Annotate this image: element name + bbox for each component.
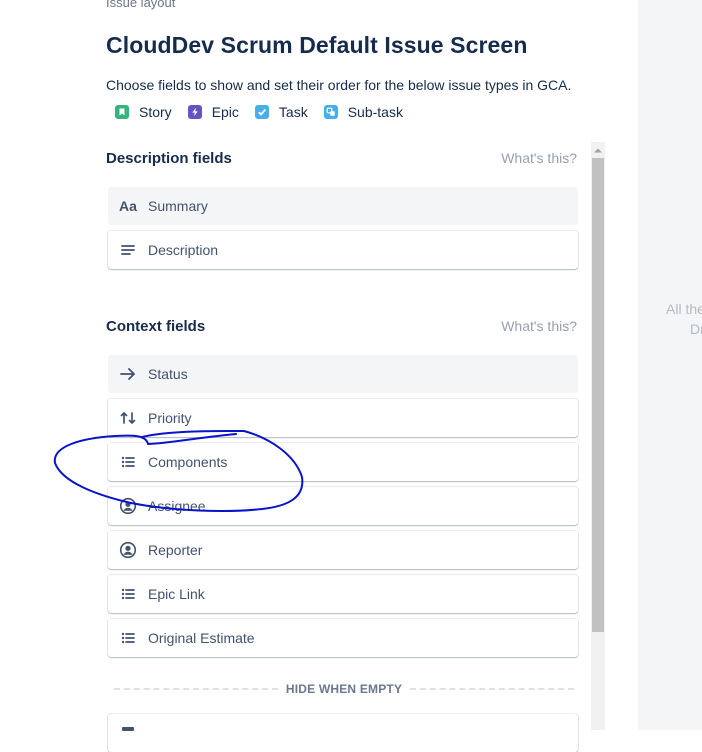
field-label: Description bbox=[148, 242, 219, 258]
issue-type-label: Epic bbox=[211, 104, 239, 120]
field-label: Components bbox=[148, 454, 228, 470]
list-icon bbox=[108, 585, 148, 603]
issue-type-list: Story Epic Task Sub-task bbox=[115, 104, 419, 120]
issue-type-task: Task bbox=[254, 104, 308, 120]
issue-type-subtask: Sub-task bbox=[323, 104, 403, 120]
right-panel-line: All the bbox=[666, 301, 702, 317]
field-epic-link[interactable]: Epic Link bbox=[108, 575, 578, 613]
hide-when-empty-divider: HIDE WHEN EMPTY bbox=[114, 682, 574, 696]
person-icon bbox=[108, 497, 148, 515]
issue-type-label: Task bbox=[278, 104, 308, 120]
issue-type-label: Story bbox=[139, 104, 172, 120]
field-hidden-partial[interactable] bbox=[108, 714, 578, 752]
field-assignee[interactable]: Assignee bbox=[108, 487, 578, 525]
field-icon bbox=[108, 724, 148, 742]
field-status: Status bbox=[108, 355, 578, 393]
divider-line bbox=[114, 688, 278, 690]
arrow-right-icon bbox=[108, 365, 148, 383]
field-label: Priority bbox=[148, 410, 192, 426]
align-left-icon bbox=[108, 241, 148, 259]
task-icon bbox=[254, 105, 269, 119]
description-fields-title: Description fields bbox=[106, 150, 232, 167]
story-icon bbox=[115, 105, 129, 119]
list-icon bbox=[108, 629, 148, 647]
field-reporter[interactable]: Reporter bbox=[108, 531, 578, 569]
field-summary: Aa Summary bbox=[108, 187, 578, 225]
scrollbar[interactable] bbox=[591, 142, 605, 730]
text-icon: Aa bbox=[119, 198, 137, 214]
issue-type-label: Sub-task bbox=[347, 104, 403, 120]
sort-icon bbox=[108, 409, 148, 427]
subtask-icon bbox=[323, 105, 338, 119]
list-icon bbox=[108, 453, 148, 471]
context-whats-this-link[interactable]: What's this? bbox=[501, 318, 577, 334]
right-drop-panel: All the Dr bbox=[638, 0, 702, 730]
right-panel-line: Dr bbox=[690, 321, 702, 337]
field-label: Original Estimate bbox=[148, 630, 255, 646]
issue-type-story: Story bbox=[115, 104, 172, 120]
divider-line bbox=[410, 688, 574, 690]
epic-icon bbox=[187, 105, 202, 119]
page-title: CloudDev Scrum Default Issue Screen bbox=[106, 32, 528, 58]
page-subtitle: Choose fields to show and set their orde… bbox=[106, 77, 572, 93]
scrollbar-thumb[interactable] bbox=[592, 158, 604, 632]
field-label: Assignee bbox=[148, 498, 206, 514]
field-priority[interactable]: Priority bbox=[108, 399, 578, 437]
field-label: Reporter bbox=[148, 542, 203, 558]
field-components[interactable]: Components bbox=[108, 443, 578, 481]
issue-type-epic: Epic bbox=[187, 104, 239, 120]
field-label: Epic Link bbox=[148, 586, 205, 602]
description-whats-this-link[interactable]: What's this? bbox=[501, 150, 577, 166]
scroll-up-arrow-icon[interactable] bbox=[591, 142, 605, 158]
field-description[interactable]: Description bbox=[108, 231, 578, 269]
right-panel-text: All the Dr bbox=[666, 299, 702, 339]
field-label: Summary bbox=[148, 198, 208, 214]
field-label: Status bbox=[148, 366, 188, 382]
context-fields-title: Context fields bbox=[106, 318, 206, 335]
person-icon bbox=[108, 541, 148, 559]
field-original-estimate[interactable]: Original Estimate bbox=[108, 619, 578, 657]
hide-when-empty-label: HIDE WHEN EMPTY bbox=[285, 682, 403, 696]
breadcrumb[interactable]: Issue layout bbox=[106, 0, 175, 10]
